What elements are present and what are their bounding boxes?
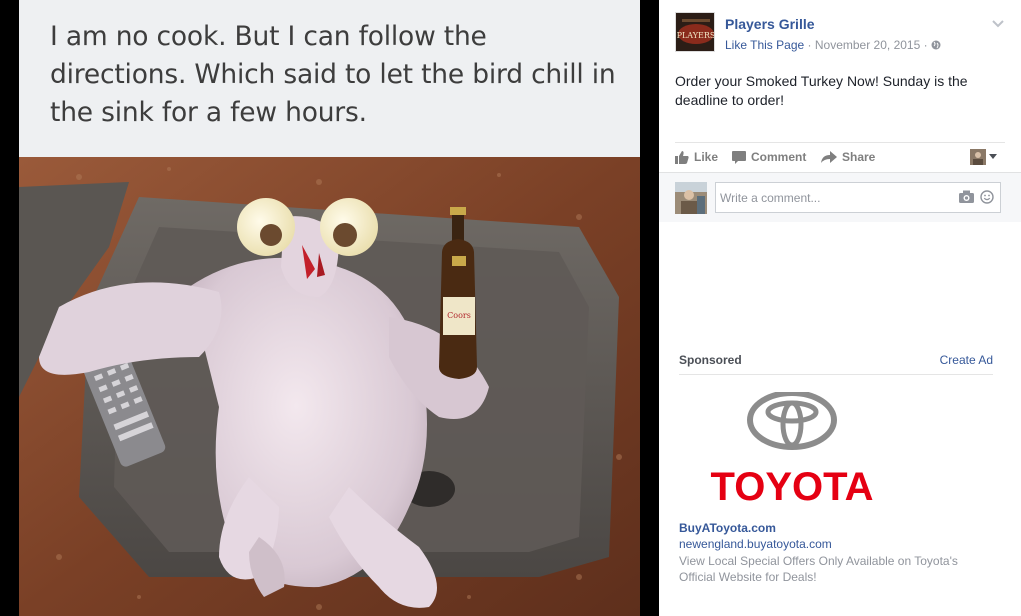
toyota-logo-ad-image[interactable]: TOYOTA (697, 392, 887, 508)
post-panel: PLAYERS Players Grille Like This Page · … (659, 0, 1021, 616)
photo-area[interactable]: I am no cook. But I can follow the direc… (0, 0, 659, 616)
comment-placeholder: Write a comment... (720, 191, 821, 205)
share-arrow-icon (821, 150, 837, 163)
meme-image: I am no cook. But I can follow the direc… (19, 0, 640, 616)
caret-down-icon (989, 154, 997, 159)
comment-icon (732, 150, 746, 164)
comment-label: Comment (751, 150, 807, 164)
sponsored-header: Sponsored Create Ad (679, 353, 993, 375)
share-label: Share (842, 150, 876, 164)
chevron-down-icon[interactable] (991, 16, 1005, 30)
post-date[interactable]: November 20, 2015 (815, 38, 920, 52)
like-button[interactable]: Like (675, 150, 718, 164)
globe-icon (931, 40, 941, 50)
create-ad-link[interactable]: Create Ad (940, 353, 993, 367)
meta-separator: · (807, 38, 812, 52)
post-header: PLAYERS Players Grille Like This Page · … (675, 12, 1005, 56)
ad-title-link[interactable]: BuyAToyota.com (679, 521, 776, 535)
thumbs-up-icon (675, 150, 689, 164)
comment-button[interactable]: Comment (732, 150, 806, 164)
ad-description: View Local Special Offers Only Available… (679, 554, 958, 584)
like-page-link[interactable]: Like This Page (725, 38, 804, 52)
sponsored-label: Sponsored (679, 353, 742, 367)
ad-domain-link[interactable]: newengland.buyatoyota.com (679, 537, 832, 551)
share-as-selector[interactable] (970, 149, 997, 165)
post-meta: Like This Page · November 20, 2015 · (725, 38, 941, 52)
page-avatar[interactable]: PLAYERS (675, 12, 715, 52)
photo-viewer: I am no cook. But I can follow the direc… (0, 0, 1021, 616)
emoji-icon[interactable] (980, 190, 994, 204)
share-button[interactable]: Share (821, 150, 875, 164)
camera-icon[interactable] (959, 190, 974, 203)
meta-separator-2: · (923, 38, 928, 52)
meme-caption: I am no cook. But I can follow the direc… (50, 21, 616, 128)
post-actions: Like Comment Share (675, 142, 1005, 172)
comment-composer: Write a comment... (659, 172, 1021, 222)
turkey-in-sink-picture: Coors (19, 157, 640, 616)
bottle-label: Coors (447, 311, 471, 320)
post-text: Order your Smoked Turkey Now! Sunday is … (675, 73, 968, 108)
toyota-wordmark: TOYOTA (711, 465, 874, 508)
page-avatar-logo: PLAYERS (677, 31, 715, 40)
comment-input[interactable]: Write a comment... (715, 182, 1001, 213)
page-name-link[interactable]: Players Grille (725, 16, 815, 32)
avatar (675, 182, 707, 214)
like-label: Like (694, 150, 719, 164)
user-avatar-small (970, 149, 986, 165)
